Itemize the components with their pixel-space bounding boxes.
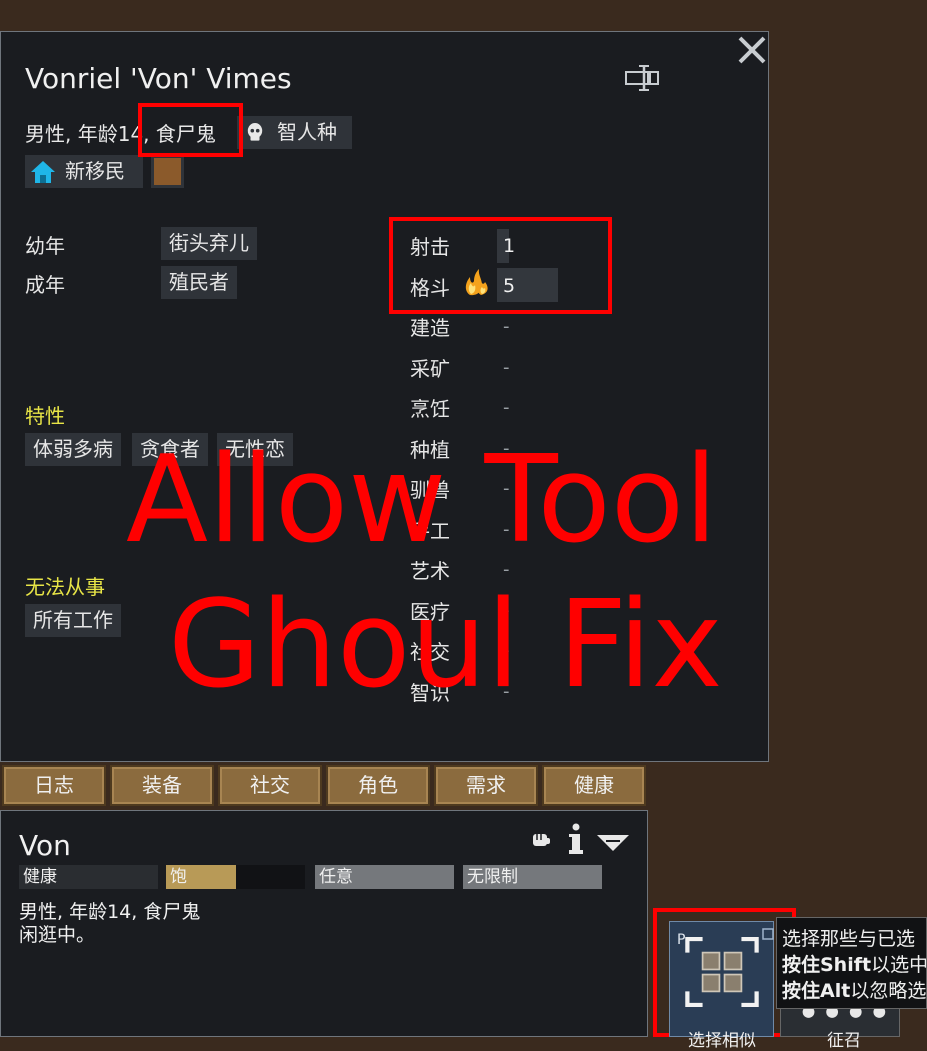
tooltip-key: 按住Shift bbox=[782, 954, 872, 976]
food-bar[interactable]: 饱 bbox=[166, 865, 305, 889]
copy-corner-icon bbox=[762, 928, 774, 940]
skill-value: - bbox=[503, 397, 510, 418]
restriction-dropdown[interactable]: 无限制 bbox=[463, 865, 602, 889]
inspect-tabs: 日志 装备 社交 角色 需求 健康 bbox=[0, 765, 648, 808]
tooltip-text: 以选中 bbox=[871, 954, 927, 976]
overlay-title-line2: Ghoul Fix bbox=[168, 576, 723, 715]
tab-needs[interactable]: 需求 bbox=[434, 765, 538, 806]
tab-gear[interactable]: 装备 bbox=[110, 765, 214, 806]
rename-tag-icon[interactable] bbox=[596, 833, 630, 853]
gizmo-tooltip: 选择那些与已选 按住Shift以选中 按住Alt以忽略选 bbox=[776, 917, 927, 1009]
health-bar[interactable]: 健康 bbox=[19, 865, 158, 889]
adulthood-label: 成年 bbox=[25, 273, 65, 297]
race-label: 智人种 bbox=[277, 120, 337, 144]
tab-log[interactable]: 日志 bbox=[2, 765, 106, 806]
select-similar-icon bbox=[685, 936, 759, 1008]
pawn-name: Von bbox=[19, 829, 71, 862]
house-icon bbox=[31, 161, 55, 183]
rename-icon[interactable] bbox=[624, 64, 662, 92]
skill-value: - bbox=[503, 316, 510, 337]
skill-label: 采矿 bbox=[410, 357, 450, 381]
tooltip-line: 按住Shift以选中 bbox=[782, 952, 926, 978]
info-icon[interactable] bbox=[567, 823, 585, 855]
inspect-pane: Von 健康 饱 任意 无限制 男性, 年龄14, 食尸鬼 闲逛中。 bbox=[0, 810, 648, 1037]
race-chip[interactable]: 智人种 bbox=[237, 116, 352, 149]
skill-value: - bbox=[503, 357, 510, 378]
tab-social[interactable]: 社交 bbox=[218, 765, 322, 806]
annotation-box-xenotype bbox=[138, 103, 243, 157]
faction-color-swatch[interactable] bbox=[151, 155, 184, 188]
gizmo-label: 选择相似 bbox=[688, 1031, 756, 1051]
tooltip-line: 按住Alt以忽略选 bbox=[782, 978, 926, 1004]
tab-health[interactable]: 健康 bbox=[542, 765, 646, 806]
pawn-activity: 闲逛中。 bbox=[19, 924, 96, 946]
faction-label: 新移民 bbox=[65, 159, 125, 183]
childhood-label: 幼年 bbox=[25, 234, 65, 258]
fist-icon[interactable] bbox=[530, 829, 552, 851]
annotation-box-skills bbox=[389, 217, 612, 314]
draft-label: 征召 bbox=[827, 1031, 861, 1051]
food-bar-label: 饱 bbox=[170, 867, 187, 887]
colonist-full-name: Vonriel 'Von' Vimes bbox=[25, 62, 292, 95]
tooltip-text: 以忽略选 bbox=[850, 980, 927, 1002]
skill-label: 烹饪 bbox=[410, 397, 450, 421]
colonist-sex-age: 男性, 年龄14 bbox=[25, 122, 144, 146]
trait-chip[interactable]: 体弱多病 bbox=[25, 433, 121, 466]
childhood-backstory[interactable]: 街头弃儿 bbox=[161, 227, 257, 260]
select-similar-gizmo[interactable]: P 选择相似 bbox=[669, 921, 774, 1051]
incapable-heading: 无法从事 bbox=[25, 575, 105, 599]
skill-label: 建造 bbox=[410, 316, 450, 340]
tooltip-line: 选择那些与已选 bbox=[782, 928, 916, 950]
skull-icon bbox=[247, 123, 263, 141]
tooltip-key: 按住Alt bbox=[782, 980, 851, 1002]
close-icon[interactable] bbox=[736, 34, 768, 66]
traits-heading: 特性 bbox=[25, 404, 65, 428]
mood-dropdown[interactable]: 任意 bbox=[315, 865, 454, 889]
overlay-title-line1: Allow Tool bbox=[126, 431, 718, 570]
faction-chip[interactable]: 新移民 bbox=[25, 155, 143, 188]
adulthood-backstory[interactable]: 殖民者 bbox=[161, 266, 237, 299]
tab-character[interactable]: 角色 bbox=[326, 765, 430, 806]
incapable-chip[interactable]: 所有工作 bbox=[25, 604, 121, 637]
